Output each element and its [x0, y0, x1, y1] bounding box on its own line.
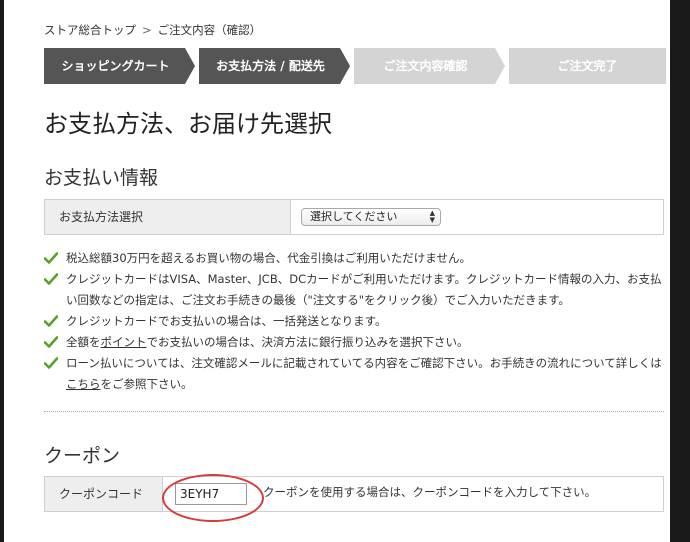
breadcrumb: ストア総合トップ > ご注文内容（確認） [44, 22, 261, 38]
breadcrumb-separator: > [142, 23, 152, 37]
coupon-section-title: クーポン [44, 445, 121, 467]
page-title: お支払方法、お届け先選択 [44, 110, 332, 138]
checkout-steps: ショッピングカート お支払方法 / 配送先 ご注文内容確認 ご注文完了 [44, 48, 666, 84]
payment-section-title: お支払い情報 [44, 167, 159, 189]
note-item: クレジットカードはVISA、Master、JCB、DCカードがご利用いただけます… [44, 269, 666, 311]
step-shopping-cart[interactable]: ショッピングカート [44, 48, 195, 84]
note-item: クレジットカードでお支払いの場合は、一括発送となります。 [44, 311, 666, 332]
check-icon [44, 273, 58, 285]
window-frame-left [0, 0, 4, 542]
check-icon [44, 252, 58, 264]
note-item: 全額をポイントでお支払いの場合は、決済方法に銀行振り込みを選択下さい。 [44, 332, 666, 353]
payment-method-label: お支払方法選択 [45, 200, 291, 234]
payment-method-select-value: 選択してください [310, 210, 398, 223]
updown-arrows-icon: ▲ ▼ [429, 209, 435, 224]
step-order-complete: ご注文完了 [509, 48, 666, 84]
check-icon [44, 315, 58, 327]
coupon-code-cell: 3EYH7 クーポンを使用する場合は、クーポンコードを入力して下さい。 [163, 477, 663, 511]
check-icon [44, 357, 58, 369]
payment-notes: 税込総額30万円を超えるお買い物の場合、代金引換はご利用いただけません。 クレジ… [44, 248, 666, 395]
note-text-pre: ローン払いについては、注文確認メールに記載されていてる内容をご確認下さい。お手続… [66, 356, 662, 370]
note-item: ローン払いについては、注文確認メールに記載されていてる内容をご確認下さい。お手続… [44, 353, 666, 395]
window-frame-right [670, 0, 690, 542]
step-order-confirm: ご注文内容確認 [354, 48, 505, 84]
payment-method-row: お支払方法選択 選択してください ▲ ▼ [44, 199, 664, 235]
coupon-code-input[interactable]: 3EYH7 [175, 483, 247, 505]
step-payment-shipping: お支払方法 / 配送先 [199, 48, 350, 84]
points-link[interactable]: ポイント [101, 335, 147, 349]
payment-method-select[interactable]: 選択してください ▲ ▼ [301, 208, 441, 226]
note-text: クレジットカードでお支払いの場合は、一括発送となります。 [66, 314, 387, 328]
note-text: クレジットカードはVISA、Master、JCB、DCカードがご利用いただけます… [66, 272, 662, 307]
note-text-post: をご参照下さい。 [100, 377, 193, 391]
breadcrumb-current: ご注文内容（確認） [157, 23, 262, 37]
note-text: 税込総額30万円を超えるお買い物の場合、代金引換はご利用いただけません。 [66, 251, 471, 265]
coupon-row: クーポンコード 3EYH7 クーポンを使用する場合は、クーポンコードを入力して下… [44, 476, 664, 512]
coupon-code-label: クーポンコード [45, 477, 163, 511]
note-text-post: でお支払いの場合は、決済方法に銀行振り込みを選択下さい。 [146, 335, 469, 349]
payment-method-cell: 選択してください ▲ ▼ [291, 200, 663, 234]
note-text-pre: 全額を [66, 335, 101, 349]
breadcrumb-store-top[interactable]: ストア総合トップ [44, 23, 136, 37]
coupon-hint: クーポンを使用する場合は、クーポンコードを入力して下さい。 [263, 485, 597, 499]
check-icon [44, 336, 58, 348]
details-link[interactable]: こちら [66, 377, 101, 391]
note-item: 税込総額30万円を超えるお買い物の場合、代金引換はご利用いただけません。 [44, 248, 666, 269]
section-divider [44, 411, 664, 412]
